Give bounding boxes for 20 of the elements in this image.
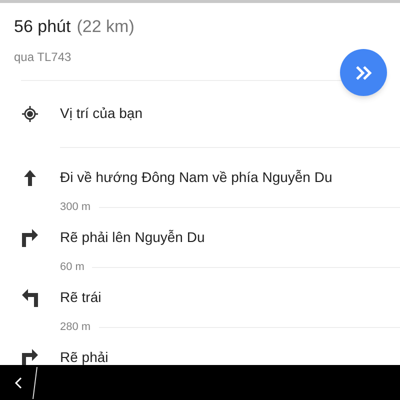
step-distance: 280 m [60,320,91,336]
turn-right-icon [22,348,38,366]
route-via: qua TL743 [14,48,72,66]
location-target-icon [22,106,38,122]
distance: (22 km) [76,16,134,38]
start-navigation-button[interactable] [340,49,387,96]
step-distance: 300 m [60,200,91,216]
turn-right-icon [22,228,38,246]
back-icon[interactable] [14,376,22,388]
step-instruction: Rẽ phải [60,348,108,367]
up-arrow-icon [24,170,36,186]
slash-icon [32,366,38,398]
origin-label: Vị trí của bạn [60,104,142,123]
turn-left-icon [22,288,38,306]
step-instruction: Rẽ trái [60,288,102,307]
double-chevron-icon [356,66,372,80]
duration: 56 phút [14,16,71,38]
step-instruction: Rẽ phải lên Nguyễn Du [60,228,205,247]
step-distance: 60 m [60,260,84,276]
step-instruction: Đi về hướng Đông Nam về phía Nguyễn Du [60,168,332,187]
